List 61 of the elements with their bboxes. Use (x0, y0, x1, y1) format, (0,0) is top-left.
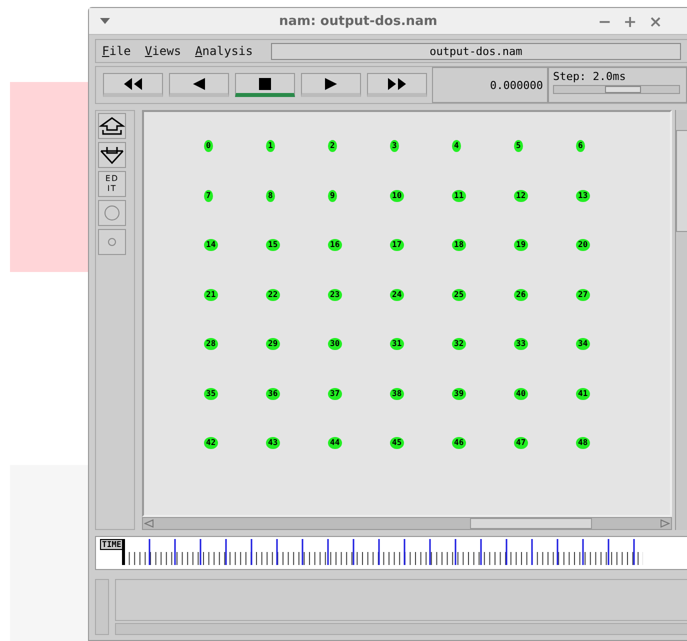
network-node[interactable]: 4 (452, 140, 461, 152)
network-node[interactable]: 33 (514, 338, 528, 350)
network-node[interactable]: 35 (204, 388, 218, 400)
window-control[interactable]: + (623, 12, 637, 30)
network-node[interactable]: 10 (390, 190, 404, 202)
network-node[interactable]: 36 (266, 388, 280, 400)
network-node[interactable]: 25 (452, 288, 466, 300)
network-node[interactable]: 18 (452, 239, 466, 251)
network-node[interactable]: 22 (266, 288, 280, 300)
network-node[interactable]: 30 (328, 338, 342, 350)
menu-item[interactable]: Views (144, 44, 182, 58)
network-node[interactable]: 21 (204, 288, 218, 300)
network-node[interactable]: 26 (514, 288, 528, 300)
network-node[interactable]: 7 (204, 190, 213, 202)
network-node[interactable]: 29 (266, 338, 280, 350)
network-node[interactable]: 15 (266, 239, 280, 251)
network-node[interactable]: 43 (266, 437, 280, 449)
network-node[interactable]: 32 (452, 338, 466, 350)
menu-item[interactable]: File (102, 44, 131, 58)
time-label: TIME (100, 539, 124, 550)
time-readout: 0.000000 (432, 67, 548, 103)
network-node[interactable]: 39 (452, 388, 466, 400)
network-node[interactable]: 46 (452, 437, 466, 449)
network-node[interactable]: 1 (266, 140, 275, 152)
network-node[interactable]: 8 (266, 190, 275, 202)
network-node[interactable]: 37 (328, 388, 342, 400)
edit-button[interactable]: EDIT (98, 171, 126, 197)
network-node[interactable]: 38 (390, 388, 404, 400)
window-control[interactable]: × (648, 12, 662, 30)
network-node[interactable]: 0 (204, 140, 213, 152)
window-control[interactable]: − (598, 12, 612, 30)
step-label: Step: 2.0ms (553, 70, 627, 83)
network-node[interactable]: 31 (390, 338, 404, 350)
network-node[interactable]: 5 (514, 140, 523, 152)
network-node[interactable]: 12 (514, 190, 528, 202)
network-node[interactable]: 11 (452, 190, 466, 202)
network-node[interactable]: 2 (328, 140, 337, 152)
network-node[interactable]: 24 (390, 288, 404, 300)
network-node[interactable]: 13 (576, 190, 590, 202)
network-node[interactable]: 19 (514, 239, 528, 251)
network-node[interactable]: 16 (328, 239, 342, 251)
network-node[interactable]: 47 (514, 437, 528, 449)
network-node[interactable]: 14 (204, 239, 218, 251)
network-node[interactable]: 28 (204, 338, 218, 350)
network-node[interactable]: 41 (576, 388, 590, 400)
network-node[interactable]: 9 (328, 190, 337, 202)
network-node[interactable]: 48 (576, 437, 590, 449)
network-node[interactable]: 27 (576, 288, 590, 300)
file-name-field[interactable]: output-dos.nam (270, 42, 681, 60)
network-node[interactable]: 44 (328, 437, 342, 449)
network-node[interactable]: 42 (204, 437, 218, 449)
window-title: nam: output-dos.nam (279, 14, 438, 28)
network-node[interactable]: 34 (576, 338, 590, 350)
network-node[interactable]: 23 (328, 288, 342, 300)
network-node[interactable]: 6 (576, 140, 585, 152)
network-node[interactable]: 17 (390, 239, 404, 251)
menu-item[interactable]: Analysis (195, 44, 253, 58)
network-node[interactable]: 3 (390, 140, 399, 152)
network-node[interactable]: 40 (514, 388, 528, 400)
network-node[interactable]: 20 (576, 239, 590, 251)
network-node[interactable]: 45 (390, 437, 404, 449)
